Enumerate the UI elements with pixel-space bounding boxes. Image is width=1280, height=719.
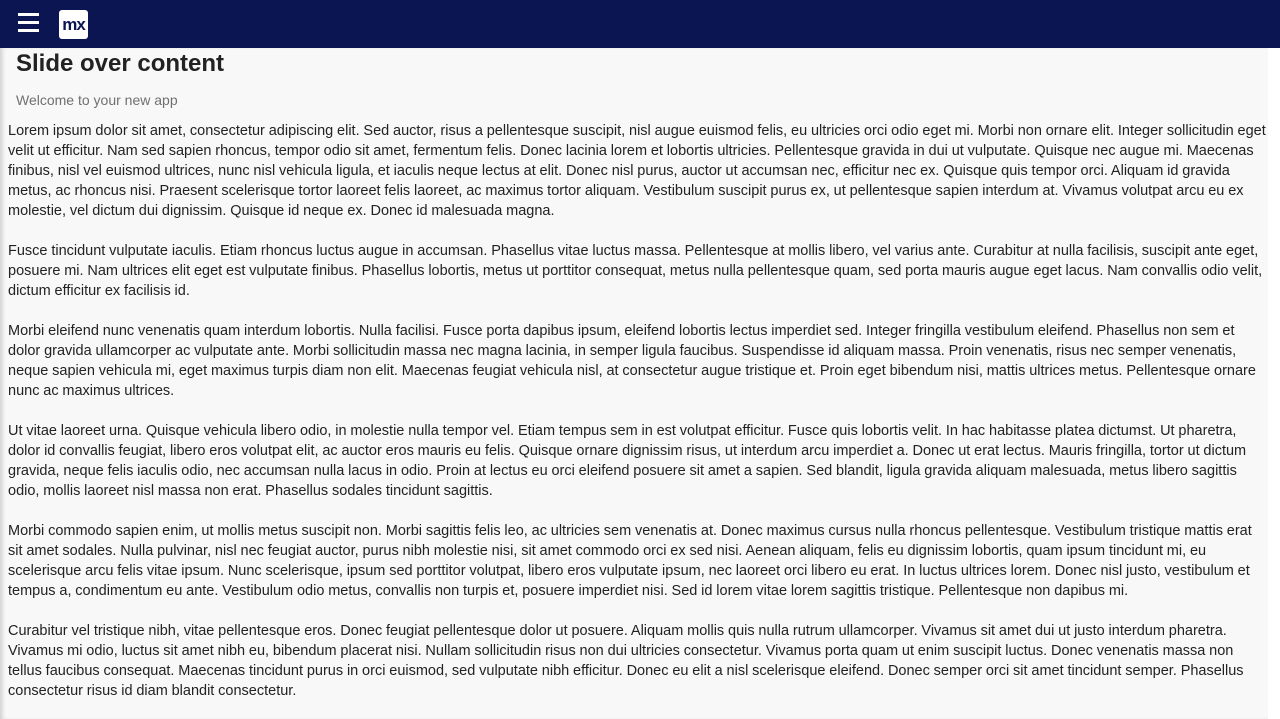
- paragraph: Ut vitae laoreet urna. Quisque vehicula …: [8, 423, 1247, 499]
- paragraph: Morbi commodo sapien enim, ut mollis met…: [8, 523, 1252, 599]
- hamburger-line: [18, 21, 39, 24]
- page-subtitle: Welcome to your new app: [16, 92, 178, 108]
- body-text: Lorem ipsum dolor sit amet, consectetur …: [8, 121, 1268, 719]
- hamburger-line: [18, 29, 39, 32]
- hamburger-menu-icon[interactable]: [18, 13, 39, 33]
- hamburger-line: [18, 13, 39, 16]
- app-logo[interactable]: mx: [59, 10, 88, 39]
- logo-text: mx: [62, 15, 86, 34]
- top-navigation-bar: mx: [0, 0, 1280, 48]
- paragraph: Morbi eleifend nunc venenatis quam inter…: [8, 323, 1256, 399]
- main-content: Slide over content Welcome to your new a…: [0, 48, 1268, 719]
- paragraph: Lorem ipsum dolor sit amet, consectetur …: [8, 123, 1266, 219]
- paragraph: Curabitur vel tristique nibh, vitae pell…: [8, 623, 1244, 699]
- page-title: Slide over content: [16, 50, 225, 77]
- paragraph: Fusce tincidunt vulputate iaculis. Etiam…: [8, 243, 1263, 299]
